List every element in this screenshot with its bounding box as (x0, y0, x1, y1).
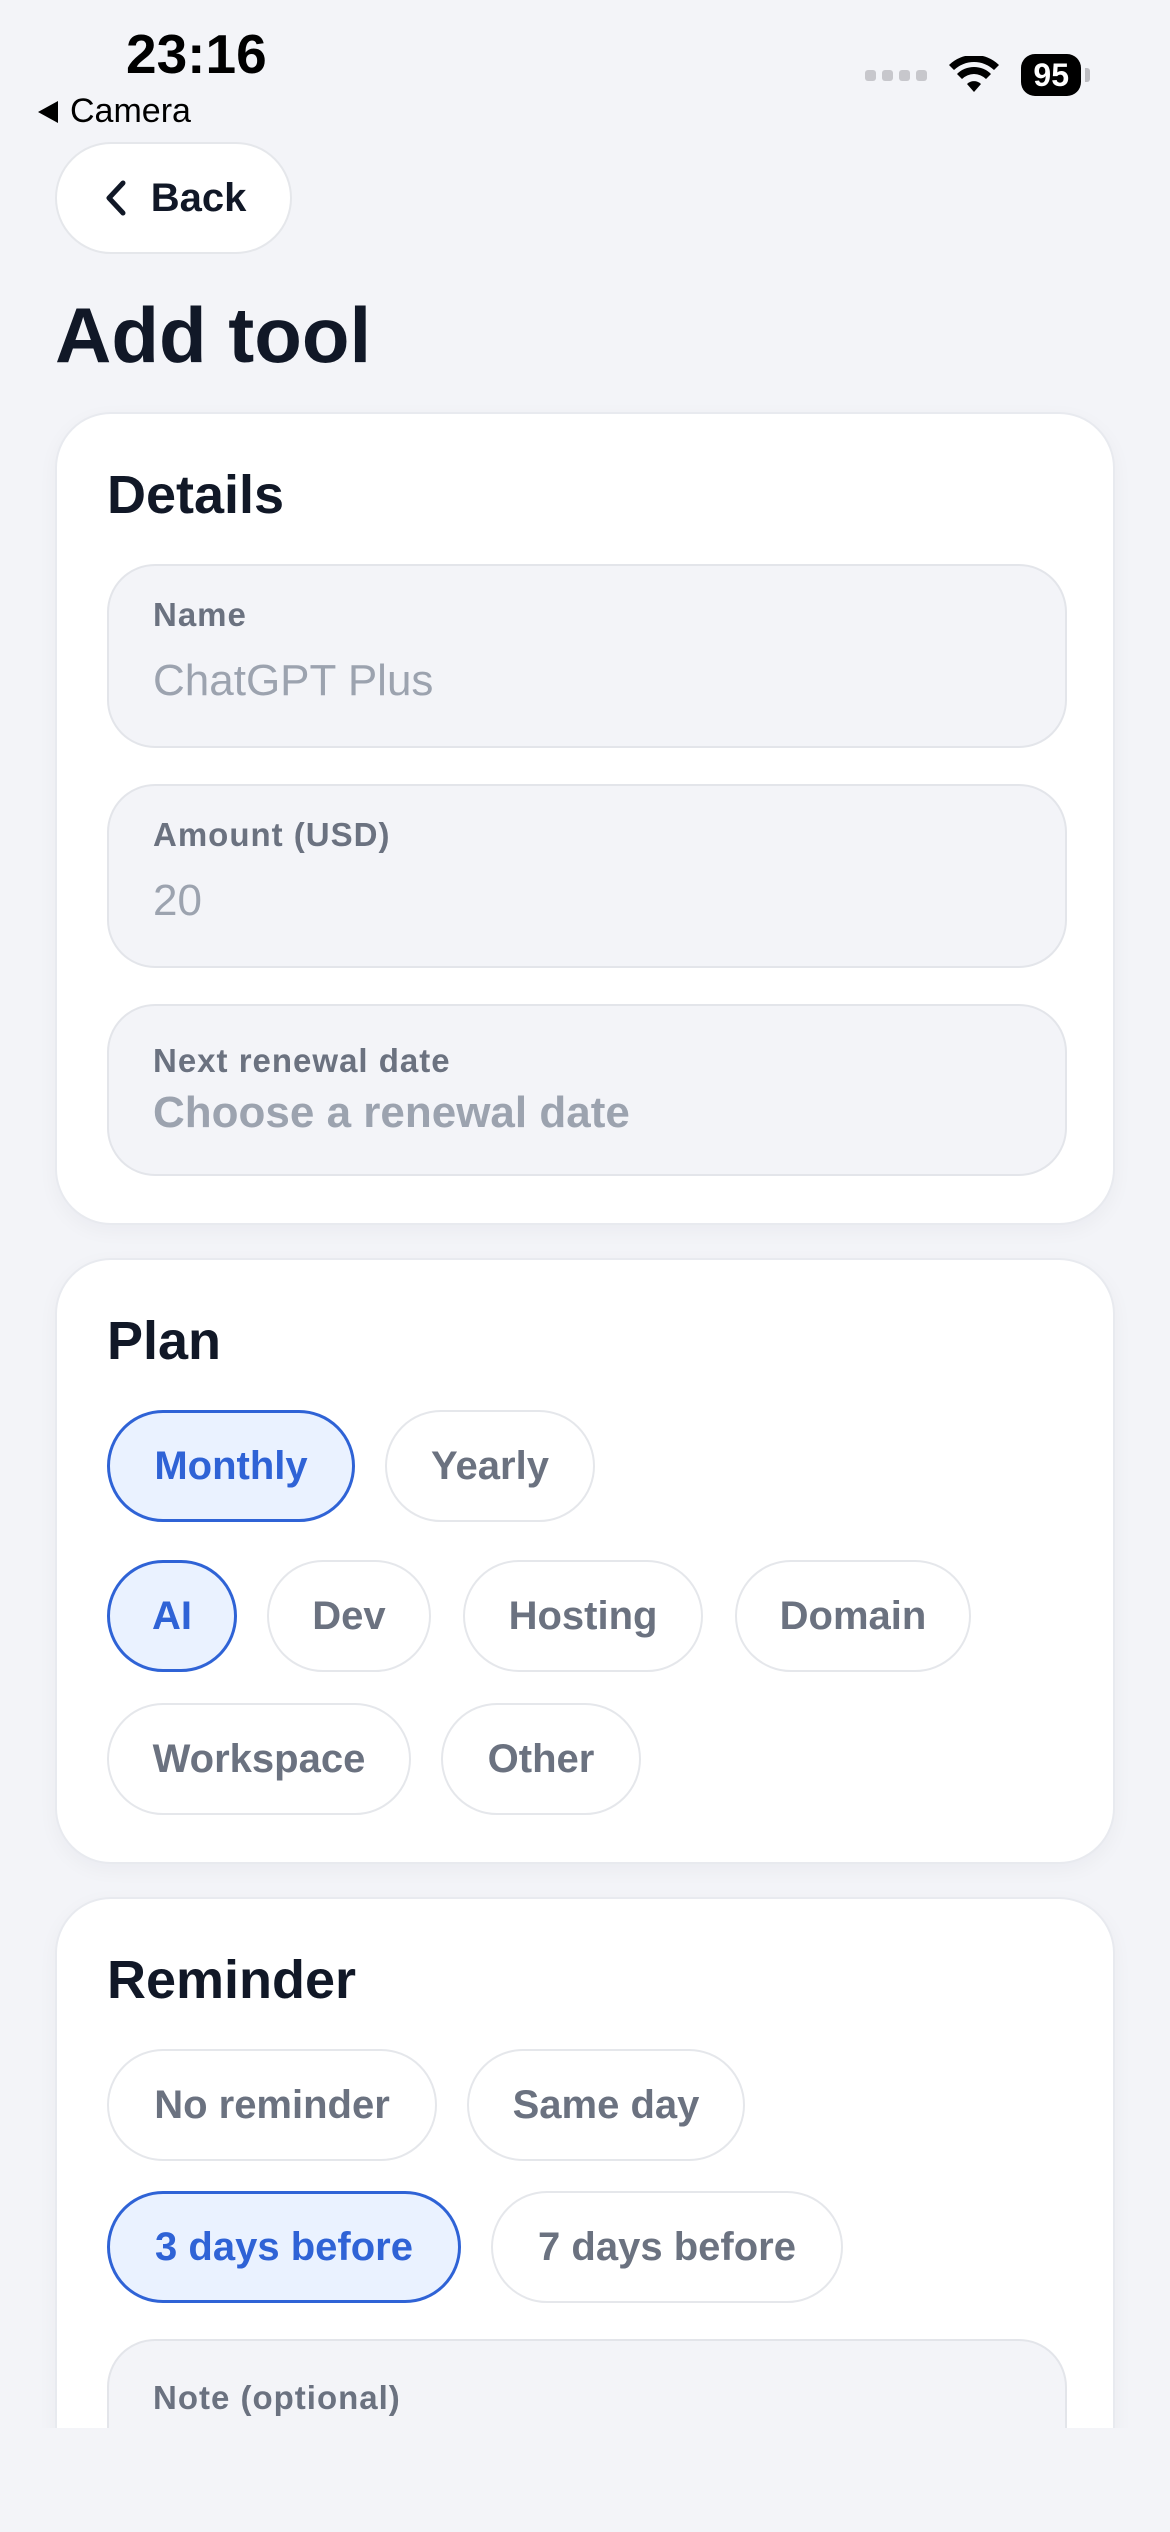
name-input[interactable]: ChatGPT Plus (153, 656, 433, 706)
amount-label: Amount (USD) (153, 816, 391, 853)
back-triangle-icon (38, 100, 58, 123)
details-card: Details Name ChatGPT Plus Amount (USD) 2… (55, 412, 1115, 1225)
battery-icon: 95 (1021, 54, 1090, 96)
plan-card: Plan Monthly Yearly AI Dev Hosting Domai… (55, 1258, 1115, 1864)
note-label: Note (optional) (153, 2379, 401, 2416)
back-app-label: Camera (70, 92, 191, 130)
name-label: Name (153, 596, 247, 633)
reminder-7-days-chip[interactable]: 7 days before (491, 2191, 843, 2303)
name-field[interactable]: Name ChatGPT Plus (107, 564, 1067, 748)
category-ai-chip[interactable]: AI (107, 1560, 237, 1672)
amount-input[interactable]: 20 (153, 876, 202, 926)
back-to-app-link[interactable]: Camera (38, 92, 191, 131)
amount-field[interactable]: Amount (USD) 20 (107, 784, 1067, 968)
reminder-same-day-chip[interactable]: Same day (467, 2049, 745, 2161)
wifi-icon (949, 56, 1000, 92)
renewal-date-picker[interactable]: Choose a renewal date (153, 1088, 630, 1138)
cellular-signal-icon (865, 69, 928, 81)
bottom-safe-area (0, 2428, 1170, 2532)
category-other-chip[interactable]: Other (441, 1703, 641, 1815)
back-button[interactable]: Back (55, 142, 292, 254)
plan-title: Plan (107, 1311, 222, 1371)
category-workspace-chip[interactable]: Workspace (107, 1703, 411, 1815)
screen: 23:16 Camera 95 Back Add tool Details Na… (0, 0, 1170, 2532)
back-button-label: Back (150, 175, 247, 220)
battery-level: 95 (1021, 54, 1081, 96)
billing-monthly-chip[interactable]: Monthly (107, 1410, 355, 1522)
reminder-title: Reminder (107, 1950, 357, 2010)
billing-yearly-chip[interactable]: Yearly (385, 1410, 595, 1522)
renewal-date-label: Next renewal date (153, 1042, 451, 1079)
page-title: Add tool (55, 291, 372, 379)
details-title: Details (107, 465, 285, 525)
category-domain-chip[interactable]: Domain (735, 1560, 971, 1672)
renewal-date-field[interactable]: Next renewal date Choose a renewal date (107, 1004, 1067, 1176)
category-hosting-chip[interactable]: Hosting (463, 1560, 703, 1672)
category-dev-chip[interactable]: Dev (267, 1560, 431, 1672)
chevron-left-icon (106, 180, 126, 216)
status-indicators: 95 (865, 54, 1090, 96)
reminder-none-chip[interactable]: No reminder (107, 2049, 437, 2161)
status-time: 23:16 (126, 23, 267, 85)
reminder-3-days-chip[interactable]: 3 days before (107, 2191, 461, 2303)
